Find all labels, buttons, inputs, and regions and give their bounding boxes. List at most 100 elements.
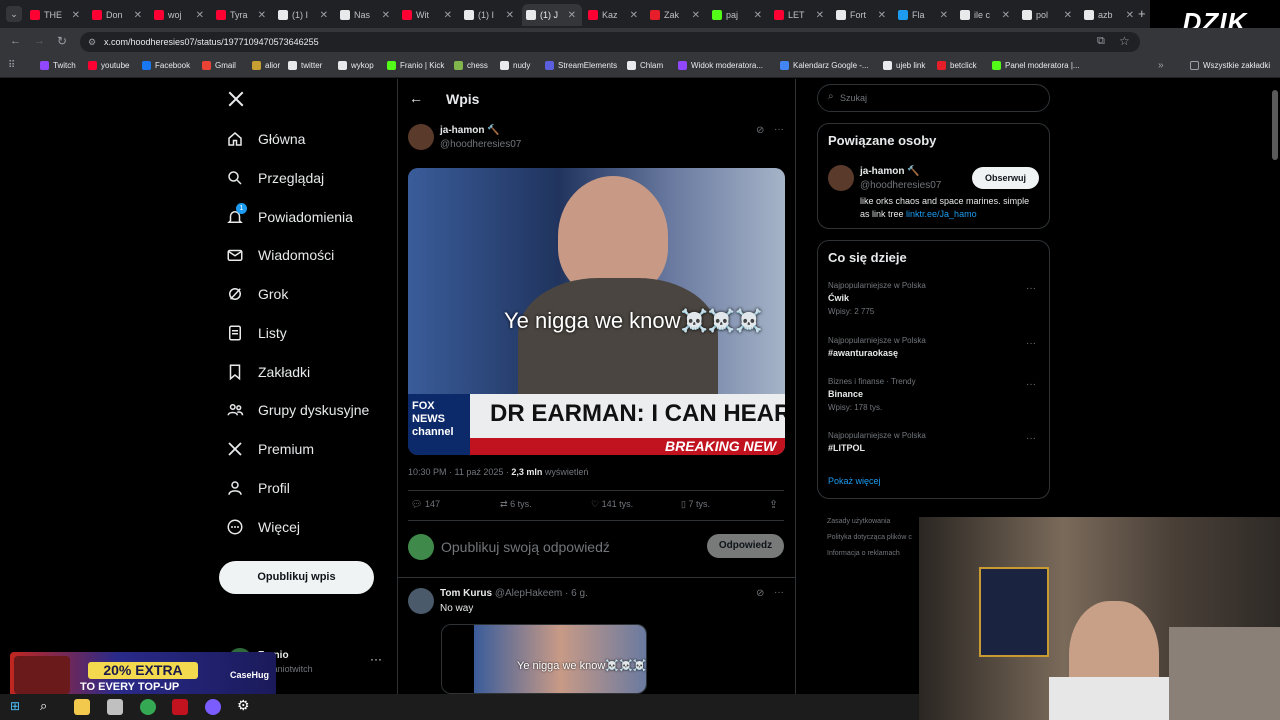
apps-icon[interactable]: ⠿	[8, 60, 15, 71]
bookmark-item[interactable]: StreamElements	[545, 61, 617, 70]
reply-input[interactable]: Opublikuj swoją odpowiedź	[441, 539, 610, 555]
footer-link-terms[interactable]: Zasady użytkowania	[827, 514, 912, 530]
post-media[interactable]: Ye nigga we know☠️☠️☠️ FOX NEWS channel …	[408, 168, 785, 455]
browser-tab[interactable]: Fort ✕	[832, 4, 892, 26]
install-app-icon[interactable]: ⧉	[1097, 35, 1105, 48]
bookmark-item[interactable]: nudy	[500, 61, 530, 70]
browser-tab[interactable]: Tyra ✕	[212, 4, 272, 26]
tab-close-icon[interactable]: ✕	[196, 10, 204, 21]
trend-more-icon[interactable]: ···	[1026, 338, 1036, 349]
reply-more-icon[interactable]: ···	[774, 587, 784, 598]
related-handle[interactable]: @hoodheresies07	[860, 180, 941, 191]
browser-tab[interactable]: pol ✕	[1018, 4, 1078, 26]
tab-close-icon[interactable]: ✕	[134, 10, 142, 21]
tab-close-icon[interactable]: ✕	[754, 10, 762, 21]
nav-item-bookmark[interactable]: Zakładki	[226, 360, 310, 384]
trend-more-icon[interactable]: ···	[1026, 379, 1036, 390]
reply-avatar[interactable]	[408, 588, 434, 614]
tab-close-icon[interactable]: ✕	[72, 10, 80, 21]
bookmark-item[interactable]: Kalendarz Google -...	[780, 61, 869, 70]
forward-icon[interactable]: →	[34, 35, 45, 47]
post-button[interactable]: Opublikuj wpis	[219, 561, 374, 594]
like-action[interactable]: ♡ 141 tys.	[591, 499, 633, 510]
browser-tab[interactable]: THE ✕	[26, 4, 86, 26]
page-scrollbar[interactable]	[1272, 90, 1278, 160]
follow-button[interactable]: Obserwuj	[972, 167, 1039, 189]
reply-handle[interactable]: @AlepHakeem · 6 g.	[495, 588, 588, 599]
browser-tab[interactable]: (1) I ✕	[460, 4, 520, 26]
browser-tab[interactable]: Fla ✕	[894, 4, 954, 26]
browser-tab[interactable]: LET ✕	[770, 4, 830, 26]
share-icon[interactable]: ⇪	[769, 498, 778, 511]
related-avatar[interactable]	[828, 165, 854, 191]
tab-search-button[interactable]: ⌄	[6, 6, 22, 22]
bookmark-item[interactable]: Gmail	[202, 61, 236, 70]
reload-icon[interactable]: ↻	[57, 34, 67, 48]
bookmark-item[interactable]: Franio | Kick	[387, 61, 444, 70]
tab-close-icon[interactable]: ✕	[444, 10, 452, 21]
tab-close-icon[interactable]: ✕	[816, 10, 824, 21]
nav-item-home[interactable]: Główna	[226, 127, 305, 151]
tab-close-icon[interactable]: ✕	[258, 10, 266, 21]
tab-close-icon[interactable]: ✕	[1126, 10, 1134, 21]
x-logo-icon[interactable]	[227, 90, 245, 108]
browser-tab[interactable]: (1) J ✕	[522, 4, 582, 26]
bookmark-item[interactable]: Panel moderatora |...	[992, 61, 1080, 70]
nav-item-x-logo[interactable]: Premium	[226, 437, 314, 461]
author-avatar[interactable]	[408, 124, 434, 150]
trend-item[interactable]: Biznes i finanse · Trendy Binance Wpisy: 1…	[828, 377, 916, 412]
trend-item[interactable]: Najpopularniejsze w Polska Ćwik Wpisy: 2 7…	[828, 281, 926, 316]
bookmark-item[interactable]: betclick	[937, 61, 977, 70]
reply-media[interactable]: Ye nigga we know☠️☠️☠️	[441, 624, 647, 694]
trend-more-icon[interactable]: ···	[1026, 433, 1036, 444]
browser-tab[interactable]: Zak ✕	[646, 4, 706, 26]
browser-tab[interactable]: azb ✕	[1080, 4, 1140, 26]
nav-item-bell[interactable]: Powiadomienia 1	[226, 203, 353, 229]
tab-close-icon[interactable]: ✕	[940, 10, 948, 21]
site-info-icon[interactable]: ⚙	[88, 32, 96, 52]
footer-link-cookies[interactable]: Polityka dotycząca plików c	[827, 530, 912, 546]
bookmark-item[interactable]: alior	[252, 61, 280, 70]
reply-action[interactable]: 💬︎ 147	[411, 499, 440, 510]
bookmark-item[interactable]: twitter	[288, 61, 322, 70]
settings-gear-icon[interactable]: ⚙	[237, 697, 250, 714]
post-timestamp[interactable]: 10:30 PM · 11 paź 2025 ·	[408, 467, 511, 477]
windows-start-icon[interactable]: ⊞	[10, 699, 20, 713]
trend-item[interactable]: Najpopularniejsze w Polska #awanturaokasę	[828, 336, 926, 358]
tab-close-icon[interactable]: ✕	[1002, 10, 1010, 21]
browser-tab[interactable]: paj ✕	[708, 4, 768, 26]
tab-close-icon[interactable]: ✕	[506, 10, 514, 21]
url-bar[interactable]: ⚙ x.com/hoodheresies07/status/1977109470…	[80, 32, 1140, 52]
author-handle[interactable]: @hoodheresies07	[440, 139, 521, 150]
more-bookmarks-icon[interactable]: »	[1158, 60, 1164, 71]
bookmark-item[interactable]: Chlam	[627, 61, 663, 70]
author-name[interactable]: ja-hamon 🔨	[440, 125, 500, 136]
bookmark-item[interactable]: Widok moderatora...	[678, 61, 763, 70]
tab-close-icon[interactable]: ✕	[382, 10, 390, 21]
show-more-link[interactable]: Pokaż więcej	[828, 476, 881, 486]
post-more-icon[interactable]: ···	[774, 124, 784, 135]
bookmark-action[interactable]: ▯ 7 tys.	[681, 499, 710, 510]
browser-tab[interactable]: Kaz ✕	[584, 4, 644, 26]
file-explorer-icon[interactable]	[74, 699, 90, 715]
bookmark-item[interactable]: chess	[454, 61, 488, 70]
search-field[interactable]: ⌕ Szukaj	[817, 84, 1050, 112]
tab-close-icon[interactable]: ✕	[878, 10, 886, 21]
tab-close-icon[interactable]: ✕	[630, 10, 638, 21]
reply-name[interactable]: Tom Kurus	[440, 588, 492, 599]
grok-icon[interactable]: ⊘	[756, 588, 764, 599]
browser-tab[interactable]: woj ✕	[150, 4, 210, 26]
tab-close-icon[interactable]: ✕	[568, 10, 576, 21]
nav-item-search[interactable]: Przeglądaj	[226, 166, 324, 190]
bookmark-item[interactable]: Twitch	[40, 61, 76, 70]
taskbar-search-icon[interactable]: ⌕	[40, 698, 47, 714]
nav-item-list[interactable]: Listy	[226, 321, 287, 345]
bookmark-item[interactable]: youtube	[88, 61, 129, 70]
new-tab-button[interactable]: +	[1138, 6, 1146, 21]
browser-tab[interactable]: ile c ✕	[956, 4, 1016, 26]
related-link[interactable]: linktr.ee/Ja_hamo	[906, 209, 977, 219]
tab-close-icon[interactable]: ✕	[1064, 10, 1072, 21]
bookmark-item[interactable]: wykop	[338, 61, 374, 70]
repost-action[interactable]: ⇄ 6 tys.	[500, 499, 532, 510]
back-arrow-icon[interactable]: ←	[409, 90, 423, 106]
